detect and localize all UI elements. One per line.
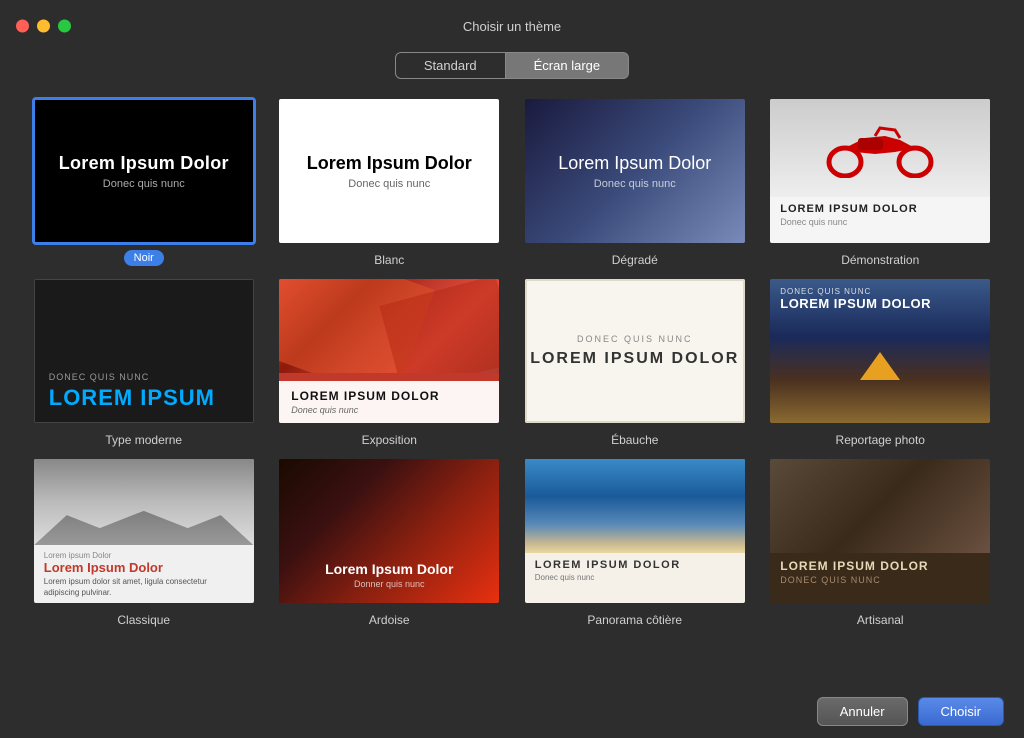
moto-icon [820, 118, 940, 178]
theme-item-blanc[interactable]: Lorem Ipsum Dolor Donec quis nunc Blanc [276, 97, 504, 267]
view-mode-control: Standard Écran large [0, 52, 1024, 79]
degrade-label: Dégradé [612, 253, 658, 267]
traffic-lights [16, 20, 71, 33]
classique-sub: Lorem ipsum Dolor [44, 551, 244, 560]
theme-thumb-type-moderne[interactable]: DONEC QUIS NUNC LOREM IPSUM [32, 277, 256, 425]
exposition-label: Exposition [362, 433, 417, 447]
theme-thumb-classique[interactable]: Lorem ipsum Dolor Lorem Ipsum Dolor Lore… [32, 457, 256, 605]
theme-thumb-blanc[interactable]: Lorem Ipsum Dolor Donec quis nunc [277, 97, 501, 245]
theme-thumb-ardoise[interactable]: Lorem Ipsum Dolor Donner quis nunc [277, 457, 501, 605]
theme-item-ebauche[interactable]: DONEC QUIS NUNC LOREM IPSUM DOLOR Ébauch… [521, 277, 749, 447]
artisanal-title: LOREM IPSUM DOLOR [780, 559, 980, 573]
theme-thumb-ebauche[interactable]: DONEC QUIS NUNC LOREM IPSUM DOLOR [523, 277, 747, 425]
theme-item-artisanal[interactable]: LOREM IPSUM DOLOR DONEC QUIS NUNC Artisa… [767, 457, 995, 627]
artisanal-label: Artisanal [857, 613, 904, 627]
titlebar: Choisir un thème [0, 0, 1024, 52]
ebauche-label: Ébauche [611, 433, 658, 447]
ardoise-label: Ardoise [369, 613, 410, 627]
reportage-title: LOREM IPSUM DOLOR [780, 296, 931, 311]
theme-grid-container: Lorem Ipsum Dolor Donec quis nunc Noir L… [0, 97, 1024, 627]
classique-body: Lorem ipsum dolor sit amet, ligula conse… [44, 577, 244, 598]
theme-item-demonstration[interactable]: LOREM IPSUM DOLOR Donec quis nunc Démons… [767, 97, 995, 267]
blanc-sub: Donec quis nunc [348, 178, 430, 190]
theme-thumb-noir[interactable]: Lorem Ipsum Dolor Donec quis nunc [32, 97, 256, 245]
expo-title: LOREM IPSUM DOLOR [291, 389, 487, 403]
widescreen-tab[interactable]: Écran large [506, 52, 629, 79]
theme-thumb-panorama[interactable]: LOREM IPSUM DOLOR Donec quis nunc [523, 457, 747, 605]
panorama-label: Panorama côtière [587, 613, 682, 627]
moderne-sub: DONEC QUIS NUNC [49, 372, 239, 382]
window-title: Choisir un thème [463, 19, 561, 34]
close-button[interactable] [16, 20, 29, 33]
expo-sub: Donec quis nunc [291, 405, 487, 415]
theme-item-noir[interactable]: Lorem Ipsum Dolor Donec quis nunc Noir [30, 97, 258, 267]
theme-item-classique[interactable]: Lorem ipsum Dolor Lorem Ipsum Dolor Lore… [30, 457, 258, 627]
theme-thumb-reportage-photo[interactable]: DONEC QUIS NUNC LOREM IPSUM DOLOR [768, 277, 992, 425]
demo-sub: Donec quis nunc [780, 217, 980, 227]
theme-thumb-demonstration[interactable]: LOREM IPSUM DOLOR Donec quis nunc [768, 97, 992, 245]
theme-thumb-degrade[interactable]: Lorem Ipsum Dolor Donec quis nunc [523, 97, 747, 245]
theme-item-panorama[interactable]: LOREM IPSUM DOLOR Donec quis nunc Panora… [521, 457, 749, 627]
theme-item-exposition[interactable]: LOREM IPSUM DOLOR Donec quis nunc Exposi… [276, 277, 504, 447]
panorama-sub: Donec quis nunc [535, 573, 735, 582]
classique-label: Classique [117, 613, 170, 627]
type-moderne-label: Type moderne [105, 433, 182, 447]
blanc-label: Blanc [374, 253, 404, 267]
choose-button[interactable]: Choisir [918, 697, 1004, 726]
panorama-title: LOREM IPSUM DOLOR [535, 559, 735, 571]
theme-item-type-moderne[interactable]: DONEC QUIS NUNC LOREM IPSUM Type moderne [30, 277, 258, 447]
noir-sub: Donec quis nunc [103, 178, 185, 190]
ebauche-sub: DONEC QUIS NUNC [577, 334, 693, 344]
noir-title: Lorem Ipsum Dolor [59, 153, 229, 174]
theme-item-ardoise[interactable]: Lorem Ipsum Dolor Donner quis nunc Ardoi… [276, 457, 504, 627]
bottom-bar: Annuler Choisir [0, 684, 1024, 738]
degrade-sub: Donec quis nunc [594, 178, 676, 190]
degrade-title: Lorem Ipsum Dolor [558, 153, 711, 174]
noir-badge: Noir [124, 250, 164, 266]
ardoise-title: Lorem Ipsum Dolor [279, 561, 499, 577]
theme-item-reportage-photo[interactable]: DONEC QUIS NUNC LOREM IPSUM DOLOR Report… [767, 277, 995, 447]
ardoise-sub: Donner quis nunc [279, 579, 499, 589]
blanc-title: Lorem Ipsum Dolor [307, 153, 472, 174]
cancel-button[interactable]: Annuler [817, 697, 908, 726]
classique-title: Lorem Ipsum Dolor [44, 560, 244, 575]
theme-thumb-exposition[interactable]: LOREM IPSUM DOLOR Donec quis nunc [277, 277, 501, 425]
maximize-button[interactable] [58, 20, 71, 33]
demonstration-label: Démonstration [841, 253, 919, 267]
theme-item-degrade[interactable]: Lorem Ipsum Dolor Donec quis nunc Dégrad… [521, 97, 749, 267]
reportage-sub: DONEC QUIS NUNC [780, 287, 931, 296]
minimize-button[interactable] [37, 20, 50, 33]
standard-tab[interactable]: Standard [395, 52, 506, 79]
theme-thumb-artisanal[interactable]: LOREM IPSUM DOLOR DONEC QUIS NUNC [768, 457, 992, 605]
ebauche-title: LOREM IPSUM DOLOR [530, 350, 739, 368]
reportage-photo-label: Reportage photo [836, 433, 925, 447]
theme-grid: Lorem Ipsum Dolor Donec quis nunc Noir L… [20, 97, 1004, 627]
demo-title: LOREM IPSUM DOLOR [780, 203, 980, 215]
artisanal-sub: DONEC QUIS NUNC [780, 575, 980, 585]
moderne-title: LOREM IPSUM [49, 386, 239, 410]
